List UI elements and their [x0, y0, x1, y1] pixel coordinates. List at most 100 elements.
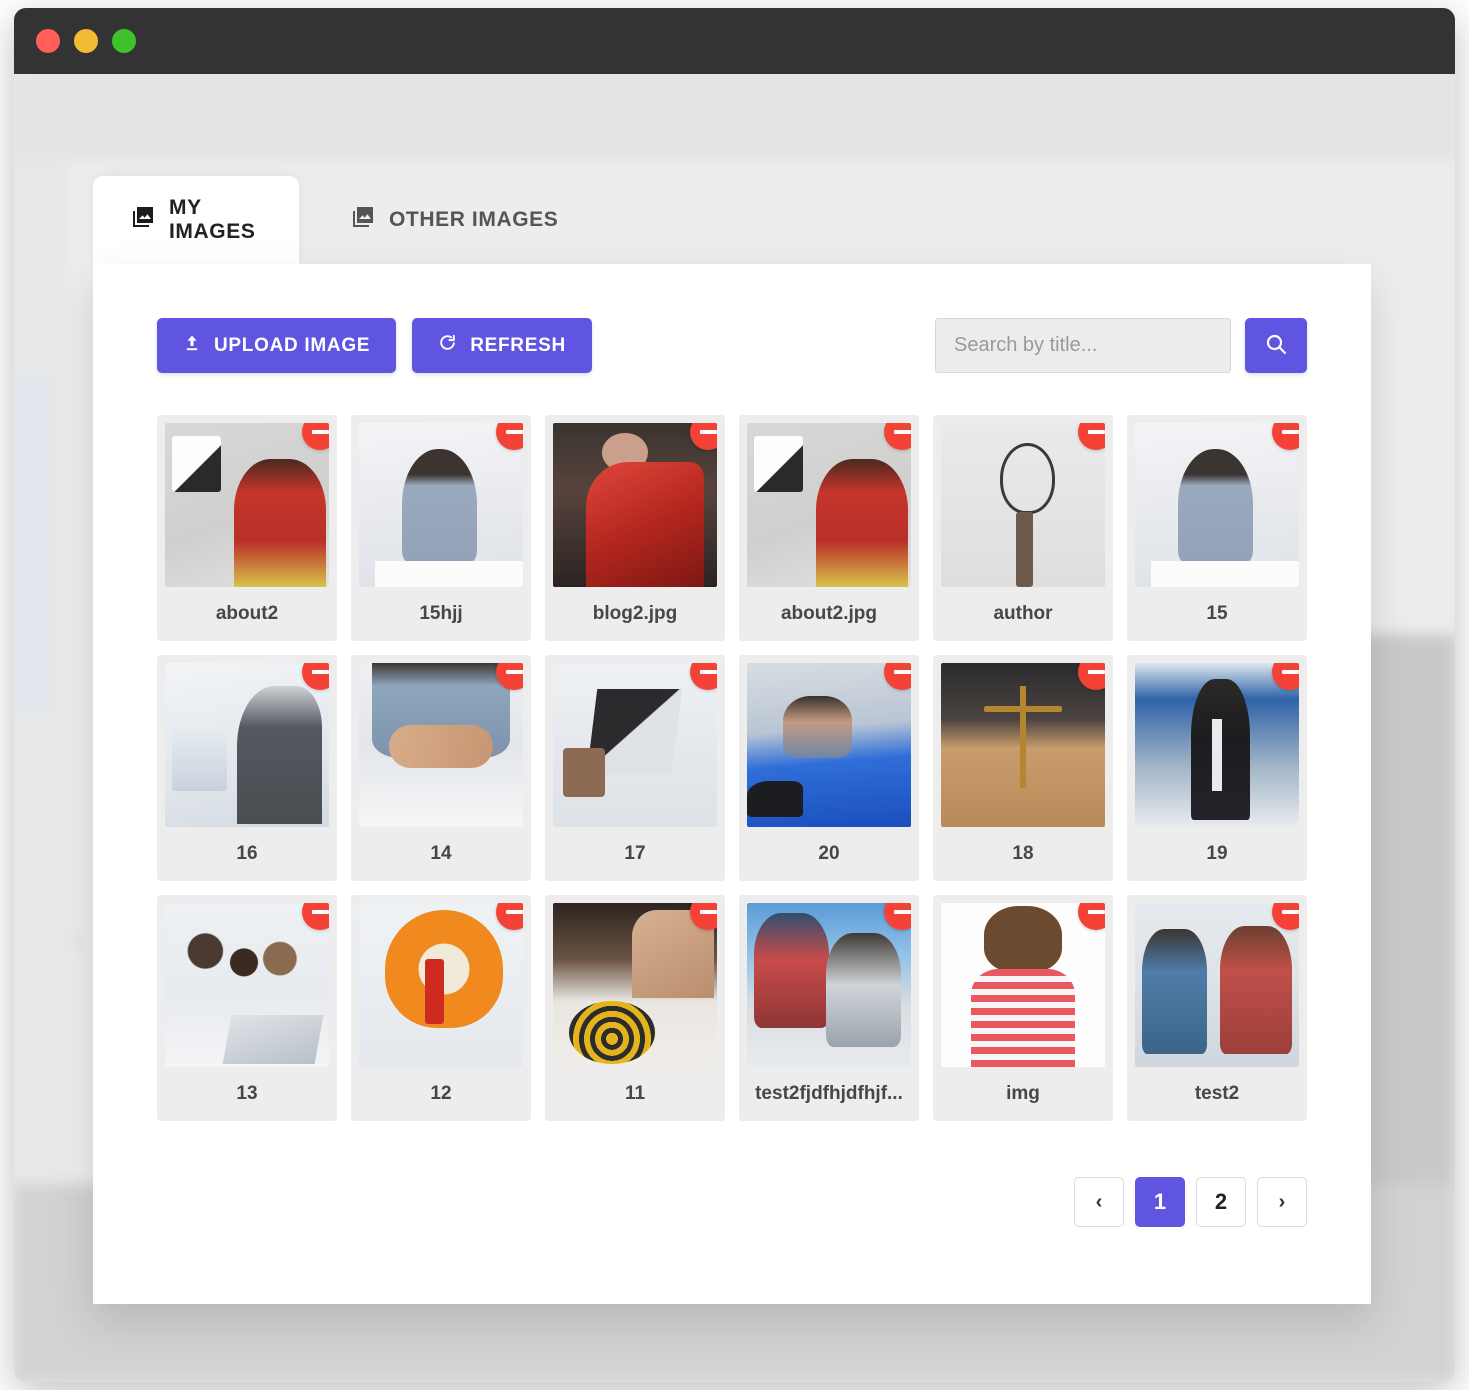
- image-title: 15: [1206, 603, 1228, 624]
- image-thumbnail[interactable]: [747, 903, 911, 1067]
- image-thumbnail[interactable]: [553, 663, 717, 827]
- tab-other-images[interactable]: OTHER IMAGES: [299, 176, 596, 264]
- image-card[interactable]: blog2.jpg: [545, 415, 725, 641]
- search-group: [935, 318, 1307, 373]
- image-thumbnail[interactable]: [747, 663, 911, 827]
- window-close-button[interactable]: [36, 29, 60, 53]
- image-thumbnail[interactable]: [747, 423, 911, 587]
- image-title: author: [993, 603, 1053, 624]
- minus-circle-icon: [1087, 910, 1105, 914]
- search-button[interactable]: [1245, 318, 1307, 373]
- image-thumbnail[interactable]: [1135, 903, 1299, 1067]
- background-collapse-chevron-icon: ‹: [72, 926, 81, 956]
- minus-circle-icon: [1281, 670, 1299, 674]
- image-thumbnail[interactable]: [1135, 423, 1299, 587]
- minus-circle-icon: [893, 670, 911, 674]
- thumbnail-artwork: [747, 663, 911, 827]
- image-card[interactable]: 15hjj: [351, 415, 531, 641]
- image-card[interactable]: 19: [1127, 655, 1307, 881]
- image-thumbnail[interactable]: [359, 903, 523, 1067]
- minus-circle-icon: [311, 910, 329, 914]
- image-title: 19: [1206, 843, 1228, 864]
- image-thumbnail[interactable]: [553, 423, 717, 587]
- upload-image-button[interactable]: UPLOAD IMAGE: [157, 318, 397, 373]
- tab-my-images-label: MY IMAGES: [169, 196, 256, 243]
- image-card[interactable]: test2: [1127, 895, 1307, 1121]
- minus-circle-icon: [505, 430, 523, 434]
- minus-circle-icon: [505, 670, 523, 674]
- thumbnail-artwork: [359, 903, 523, 1067]
- pagination-next-button[interactable]: ›: [1257, 1177, 1307, 1227]
- pagination-page-2[interactable]: 2: [1196, 1177, 1246, 1227]
- refresh-button[interactable]: REFRESH: [412, 318, 592, 373]
- thumbnail-artwork: [1135, 903, 1299, 1067]
- minus-circle-icon: [311, 430, 329, 434]
- image-title: about2.jpg: [780, 603, 878, 624]
- image-manager-modal: MY IMAGES OTHER IMAGES UPLOAD IMAGE REFR…: [93, 176, 1371, 1304]
- pagination: ‹ 1 2 ›: [157, 1177, 1307, 1287]
- image-title: 16: [236, 843, 258, 864]
- pagination-prev-button[interactable]: ‹: [1074, 1177, 1124, 1227]
- minus-circle-icon: [1087, 430, 1105, 434]
- thumbnail-artwork: [553, 423, 717, 587]
- thumbnail-artwork: [165, 903, 329, 1067]
- image-thumbnail[interactable]: [165, 903, 329, 1067]
- search-input[interactable]: [935, 318, 1231, 373]
- thumbnail-artwork: [747, 423, 911, 587]
- image-title: blog2.jpg: [592, 603, 678, 624]
- minus-circle-icon: [893, 430, 911, 434]
- image-thumbnail[interactable]: [941, 903, 1105, 1067]
- minus-circle-icon: [1087, 670, 1105, 674]
- image-thumbnail[interactable]: [165, 663, 329, 827]
- thumbnail-artwork: [553, 663, 717, 827]
- window-maximize-button[interactable]: [112, 29, 136, 53]
- image-card[interactable]: 20: [739, 655, 919, 881]
- image-card[interactable]: test2fjdfhjdfhjf...: [739, 895, 919, 1121]
- thumbnail-artwork: [747, 903, 911, 1067]
- image-card[interactable]: img: [933, 895, 1113, 1121]
- image-thumbnail[interactable]: [941, 663, 1105, 827]
- image-title: about2: [215, 603, 279, 624]
- thumbnail-artwork: [165, 663, 329, 827]
- image-thumbnail[interactable]: [359, 423, 523, 587]
- image-card[interactable]: 12: [351, 895, 531, 1121]
- window-minimize-button[interactable]: [74, 29, 98, 53]
- image-card[interactable]: 16: [157, 655, 337, 881]
- image-card[interactable]: 15: [1127, 415, 1307, 641]
- app-window: ‹ MY IMAGES OTHER IMAGES UPLOAD IMAGE RE…: [14, 8, 1455, 1382]
- minus-circle-icon: [1281, 910, 1299, 914]
- refresh-icon: [438, 333, 457, 358]
- minus-circle-icon: [505, 910, 523, 914]
- toolbar-actions: UPLOAD IMAGE REFRESH: [157, 318, 592, 373]
- photo-library-icon: [351, 205, 375, 235]
- chevron-right-icon: ›: [1278, 1190, 1286, 1213]
- minus-circle-icon: [699, 910, 717, 914]
- image-card[interactable]: 14: [351, 655, 531, 881]
- image-title: 13: [236, 1083, 258, 1104]
- toolbar: UPLOAD IMAGE REFRESH: [157, 318, 1307, 373]
- image-title: test2: [1194, 1083, 1240, 1104]
- image-thumbnail[interactable]: [553, 903, 717, 1067]
- image-card[interactable]: 18: [933, 655, 1113, 881]
- image-card[interactable]: 17: [545, 655, 725, 881]
- image-thumbnail[interactable]: [1135, 663, 1299, 827]
- image-card[interactable]: about2.jpg: [739, 415, 919, 641]
- image-thumbnail[interactable]: [941, 423, 1105, 587]
- window-titlebar: [14, 8, 1455, 74]
- tab-other-images-label: OTHER IMAGES: [389, 208, 559, 231]
- background-header-band: [14, 74, 1455, 160]
- image-card[interactable]: 13: [157, 895, 337, 1121]
- tab-my-images[interactable]: MY IMAGES: [93, 176, 299, 264]
- upload-image-label: UPLOAD IMAGE: [214, 334, 371, 356]
- chevron-left-icon: ‹: [1095, 1190, 1103, 1213]
- image-card[interactable]: author: [933, 415, 1113, 641]
- image-card[interactable]: about2: [157, 415, 337, 641]
- pagination-page-1[interactable]: 1: [1135, 1177, 1185, 1227]
- minus-circle-icon: [699, 670, 717, 674]
- image-thumbnail[interactable]: [165, 423, 329, 587]
- image-card[interactable]: 11: [545, 895, 725, 1121]
- image-thumbnail[interactable]: [359, 663, 523, 827]
- minus-circle-icon: [311, 670, 329, 674]
- thumbnail-artwork: [1135, 423, 1299, 587]
- thumbnail-artwork: [359, 663, 523, 827]
